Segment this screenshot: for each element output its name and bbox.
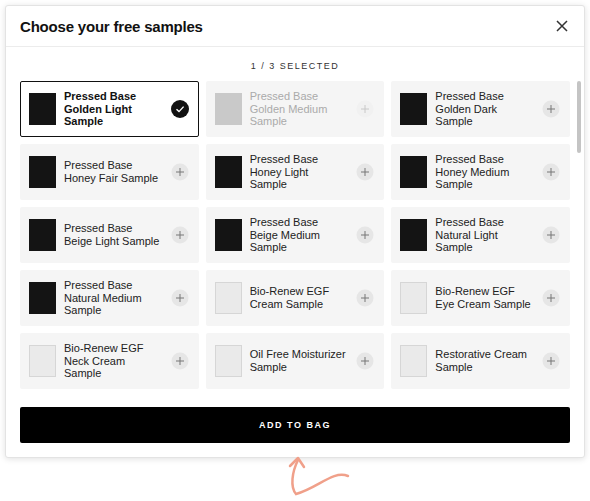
sample-name: Pressed Base Honey Fair Sample — [64, 159, 163, 184]
sample-card[interactable]: Pressed Base Natural Medium Sample — [20, 270, 199, 326]
plus-icon[interactable] — [356, 352, 374, 370]
selection-count: 1 / 3 SELECTED — [6, 61, 584, 71]
sample-name: Pressed Base Natural Medium Sample — [64, 279, 163, 317]
product-thumbnail — [400, 345, 427, 377]
arrow-icon — [278, 452, 358, 500]
page: Choose your free samples 1 / 3 SELECTED Pr… — [0, 0, 590, 501]
plus-icon[interactable] — [356, 100, 374, 118]
plus-icon[interactable] — [542, 100, 560, 118]
product-thumbnail — [400, 156, 427, 188]
plus-icon[interactable] — [171, 352, 189, 370]
plus-icon[interactable] — [542, 289, 560, 307]
sample-card[interactable]: Bio-Renew EGF Cream Sample — [206, 270, 385, 326]
sample-name: Pressed Base Beige Light Sample — [64, 222, 163, 247]
product-thumbnail — [215, 93, 242, 125]
plus-icon[interactable] — [171, 289, 189, 307]
sample-card[interactable]: Restorative Cream Sample — [391, 333, 570, 389]
sample-name: Restorative Cream Sample — [435, 348, 534, 373]
sample-card[interactable]: Pressed Base Golden Light Sample — [20, 81, 199, 137]
sample-name: Oil Free Moisturizer Sample — [250, 348, 349, 373]
product-thumbnail — [215, 219, 242, 251]
sample-name: Pressed Base Golden Medium Sample — [250, 90, 349, 128]
product-thumbnail — [215, 345, 242, 377]
sample-card[interactable]: Pressed Base Honey Fair Sample — [20, 144, 199, 200]
plus-icon[interactable] — [171, 163, 189, 181]
product-thumbnail — [215, 156, 242, 188]
sample-card[interactable]: Pressed Base Honey Medium Sample — [391, 144, 570, 200]
sample-name: Pressed Base Golden Dark Sample — [435, 90, 534, 128]
product-thumbnail — [400, 93, 427, 125]
sample-card[interactable]: Pressed Base Beige Light Sample — [20, 207, 199, 263]
sample-card[interactable]: Pressed Base Natural Light Sample — [391, 207, 570, 263]
samples-list: Pressed Base Golden Light Sample Pressed … — [6, 81, 584, 393]
samples-modal: Choose your free samples 1 / 3 SELECTED Pr… — [5, 5, 585, 458]
check-icon[interactable] — [171, 100, 189, 118]
product-thumbnail — [29, 219, 56, 251]
product-thumbnail — [400, 219, 427, 251]
product-thumbnail — [400, 282, 427, 314]
product-thumbnail — [29, 282, 56, 314]
sample-name: Pressed Base Honey Light Sample — [250, 153, 349, 191]
plus-icon[interactable] — [542, 163, 560, 181]
plus-icon[interactable] — [356, 163, 374, 181]
sample-name: Pressed Base Honey Medium Sample — [435, 153, 534, 191]
product-thumbnail — [29, 345, 56, 377]
plus-icon[interactable] — [356, 226, 374, 244]
scrollbar-thumb[interactable] — [577, 81, 581, 153]
plus-icon[interactable] — [542, 226, 560, 244]
sample-card[interactable]: Bio-Renew EGF Neck Cream Sample — [20, 333, 199, 389]
plus-icon[interactable] — [356, 289, 374, 307]
plus-icon[interactable] — [542, 352, 560, 370]
sample-card[interactable]: Pressed Base Beige Medium Sample — [206, 207, 385, 263]
sample-name: Pressed Base Golden Light Sample — [64, 90, 163, 128]
sample-name: Pressed Base Natural Light Sample — [435, 216, 534, 254]
sample-card[interactable]: Pressed Base Honey Light Sample — [206, 144, 385, 200]
add-to-bag-button[interactable]: ADD TO BAG — [20, 407, 570, 443]
product-thumbnail — [29, 93, 56, 125]
sample-name: Bio-Renew EGF Cream Sample — [250, 285, 349, 310]
sample-card[interactable]: Pressed Base Golden Medium Sample — [206, 81, 385, 137]
sample-card[interactable]: Oil Free Moisturizer Sample — [206, 333, 385, 389]
product-thumbnail — [29, 156, 56, 188]
product-thumbnail — [215, 282, 242, 314]
sample-name: Bio-Renew EGF Eye Cream Sample — [435, 285, 534, 310]
sample-card[interactable]: Pressed Base Golden Dark Sample — [391, 81, 570, 137]
sample-name: Bio-Renew EGF Neck Cream Sample — [64, 342, 163, 380]
plus-icon[interactable] — [171, 226, 189, 244]
modal-title: Choose your free samples — [20, 18, 203, 35]
close-icon[interactable] — [555, 19, 569, 33]
sample-name: Pressed Base Beige Medium Sample — [250, 216, 349, 254]
modal-header: Choose your free samples — [6, 6, 584, 47]
sample-card[interactable]: Bio-Renew EGF Eye Cream Sample — [391, 270, 570, 326]
